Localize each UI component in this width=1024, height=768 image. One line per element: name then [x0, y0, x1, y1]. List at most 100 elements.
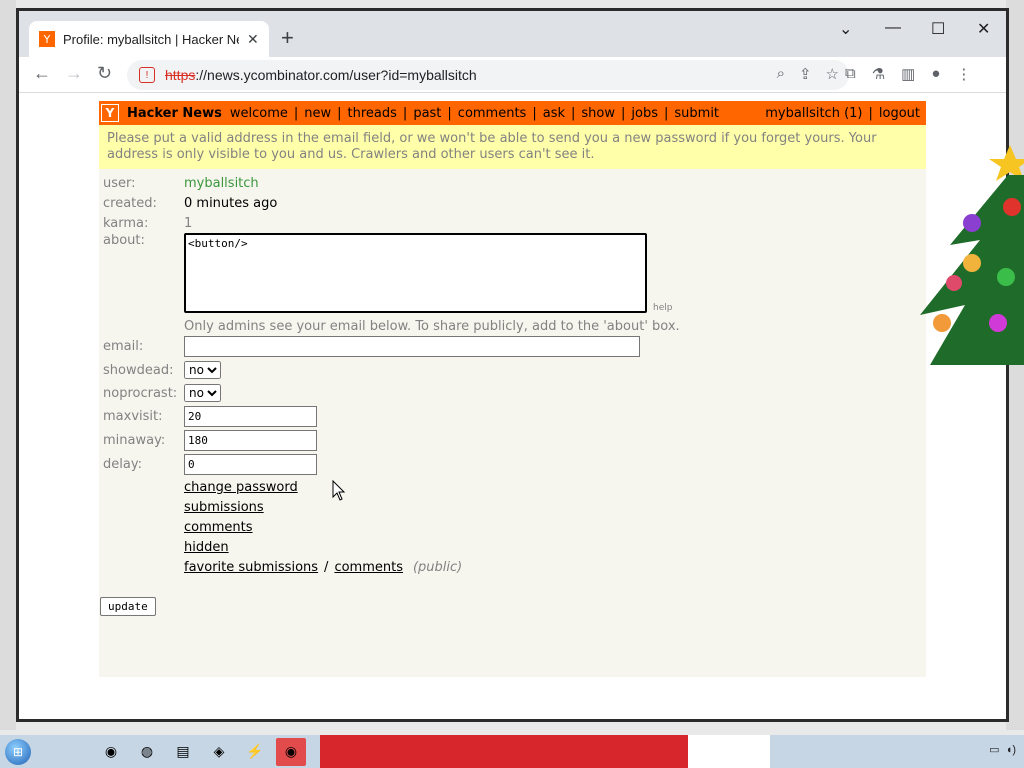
change-password-link[interactable]: change password — [184, 480, 298, 495]
hn-favicon-icon: Y — [39, 31, 55, 47]
about-textarea[interactable]: <button/> — [184, 233, 647, 313]
extensions-puzzle-icon[interactable]: ⧉ — [845, 65, 856, 83]
chevron-down-icon[interactable]: ⌄ — [839, 19, 852, 39]
app-globe-icon[interactable]: ◈ — [204, 738, 234, 766]
noprocrast-label: noprocrast: — [103, 385, 178, 401]
url-scheme: https — [165, 67, 196, 83]
taskbar-background-art — [320, 735, 688, 768]
email-label: email: — [103, 339, 144, 354]
forward-arrow-icon[interactable]: → — [65, 63, 83, 84]
ornament-icon — [997, 268, 1015, 286]
hn-user-area: myballsitch (1) | logout — [765, 105, 920, 121]
chrome-active-icon[interactable]: ◉ — [276, 737, 306, 766]
close-tab-icon[interactable]: ✕ — [247, 31, 259, 48]
showdead-select[interactable]: no — [184, 361, 221, 379]
user-value[interactable]: myballsitch — [184, 176, 259, 191]
mouse-cursor-icon — [332, 480, 346, 501]
plus-icon[interactable]: + — [281, 25, 294, 51]
karma-badge: (1) — [844, 105, 863, 121]
submissions-link[interactable]: submissions — [184, 500, 264, 515]
address-bar[interactable]: ! https://news.ycombinator.com/user?id=m… — [127, 60, 849, 90]
ornament-icon — [963, 214, 981, 232]
favorite-submissions-link[interactable]: favorite submissions — [184, 560, 318, 575]
app-lightning-icon[interactable]: ⚡ — [240, 738, 270, 766]
reload-icon[interactable]: ↻ — [97, 63, 112, 84]
logout-link[interactable]: logout — [879, 106, 920, 121]
email-notice: Please put a valid address in the email … — [99, 125, 926, 169]
search-icon[interactable]: ⌕ — [777, 65, 785, 83]
hn-page: Y Hacker News welcome | new | threads | pas… — [99, 101, 926, 677]
minaway-input[interactable] — [184, 430, 317, 451]
start-button[interactable]: ⊞ — [0, 735, 36, 768]
maxvisit-input[interactable] — [184, 406, 317, 427]
about-label: about: — [103, 233, 145, 248]
windows-logo-icon: ⊞ — [5, 738, 31, 765]
noprocrast-select[interactable]: no — [184, 384, 221, 402]
tab-title: Profile: myballsitch | Hacker News — [63, 31, 239, 47]
ornament-icon — [963, 254, 981, 272]
nav-welcome[interactable]: welcome — [230, 106, 288, 121]
hn-logo[interactable]: Y — [101, 104, 119, 122]
desktop-edge-left — [0, 0, 16, 730]
favorite-comments-link[interactable]: comments — [334, 560, 403, 575]
toolbar-icons: ⧉ ⚗ ▥ ● ⋮ — [845, 65, 971, 83]
profile-links: change password submissions comments hid… — [184, 477, 926, 577]
browser-tab[interactable]: Y Profile: myballsitch | Hacker News ✕ — [29, 21, 269, 57]
labs-flask-icon[interactable]: ⚗ — [872, 65, 885, 83]
karma-label: karma: — [103, 215, 149, 231]
browser-toolbar: ← → ↻ ! https://news.ycombinator.com/use… — [19, 57, 1006, 93]
hidden-link[interactable]: hidden — [184, 540, 229, 555]
taskbar-background-art — [688, 735, 770, 768]
hn-header: Y Hacker News welcome | new | threads | pas… — [99, 101, 926, 125]
browser-window: Y Profile: myballsitch | Hacker News ✕ +… — [16, 8, 1009, 722]
created-value: 0 minutes ago — [184, 195, 278, 211]
nav-show[interactable]: show — [581, 106, 615, 121]
update-button[interactable]: update — [100, 597, 156, 616]
public-label: (public) — [412, 559, 463, 575]
nav-comments[interactable]: comments — [458, 106, 527, 121]
firefox-icon[interactable]: ◍ — [132, 738, 162, 766]
email-field[interactable] — [184, 336, 640, 357]
minaway-label: minaway: — [103, 433, 166, 448]
showdead-label: showdead: — [103, 362, 174, 378]
bookmark-star-icon[interactable]: ☆ — [826, 65, 839, 83]
hn-title[interactable]: Hacker News — [127, 106, 222, 121]
created-label: created: — [103, 195, 157, 211]
nav-new[interactable]: new — [304, 106, 331, 121]
profile-avatar-icon[interactable]: ● — [931, 65, 940, 83]
nav-jobs[interactable]: jobs — [631, 106, 658, 121]
not-secure-icon[interactable]: ! — [139, 67, 155, 83]
help-link[interactable]: help — [653, 303, 672, 313]
ornament-icon — [989, 314, 1007, 332]
volume-icon[interactable]: ◖) — [1006, 744, 1016, 756]
file-explorer-icon[interactable]: ▤ — [168, 738, 198, 766]
close-window-icon[interactable]: ✕ — [977, 19, 990, 39]
user-link[interactable]: myballsitch — [765, 106, 840, 121]
omnibox-actions: ⌕ ⇪ ☆ — [777, 65, 839, 83]
ornament-icon — [1003, 198, 1021, 216]
url-text: https://news.ycombinator.com/user?id=myb… — [165, 67, 477, 83]
user-label: user: — [103, 175, 136, 191]
hn-nav: welcome | new | threads | past | comments | a… — [229, 105, 720, 121]
system-tray: ▭ ◖) — [989, 743, 1016, 756]
side-panel-icon[interactable]: ▥ — [901, 65, 915, 83]
nav-threads[interactable]: threads — [348, 106, 397, 121]
delay-input[interactable] — [184, 454, 317, 475]
menu-dots-icon[interactable]: ⋮ — [956, 65, 971, 83]
nav-past[interactable]: past — [413, 106, 441, 121]
nav-submit[interactable]: submit — [674, 106, 719, 121]
back-arrow-icon[interactable]: ← — [33, 63, 51, 84]
network-icon[interactable]: ▭ — [989, 744, 999, 756]
nav-ask[interactable]: ask — [543, 106, 565, 121]
ornament-icon — [946, 275, 962, 291]
maximize-icon[interactable]: ☐ — [931, 19, 945, 39]
delay-label: delay: — [103, 457, 142, 472]
chrome-icon[interactable]: ◉ — [96, 738, 126, 766]
maxvisit-label: maxvisit: — [103, 409, 163, 424]
url-rest: ://news.ycombinator.com/user?id=myballsi… — [195, 67, 477, 83]
slash-separator: / — [324, 559, 329, 575]
karma-value: 1 — [184, 215, 193, 231]
minimize-icon[interactable]: — — [885, 19, 901, 37]
share-icon[interactable]: ⇪ — [799, 65, 812, 83]
comments-link[interactable]: comments — [184, 520, 253, 535]
